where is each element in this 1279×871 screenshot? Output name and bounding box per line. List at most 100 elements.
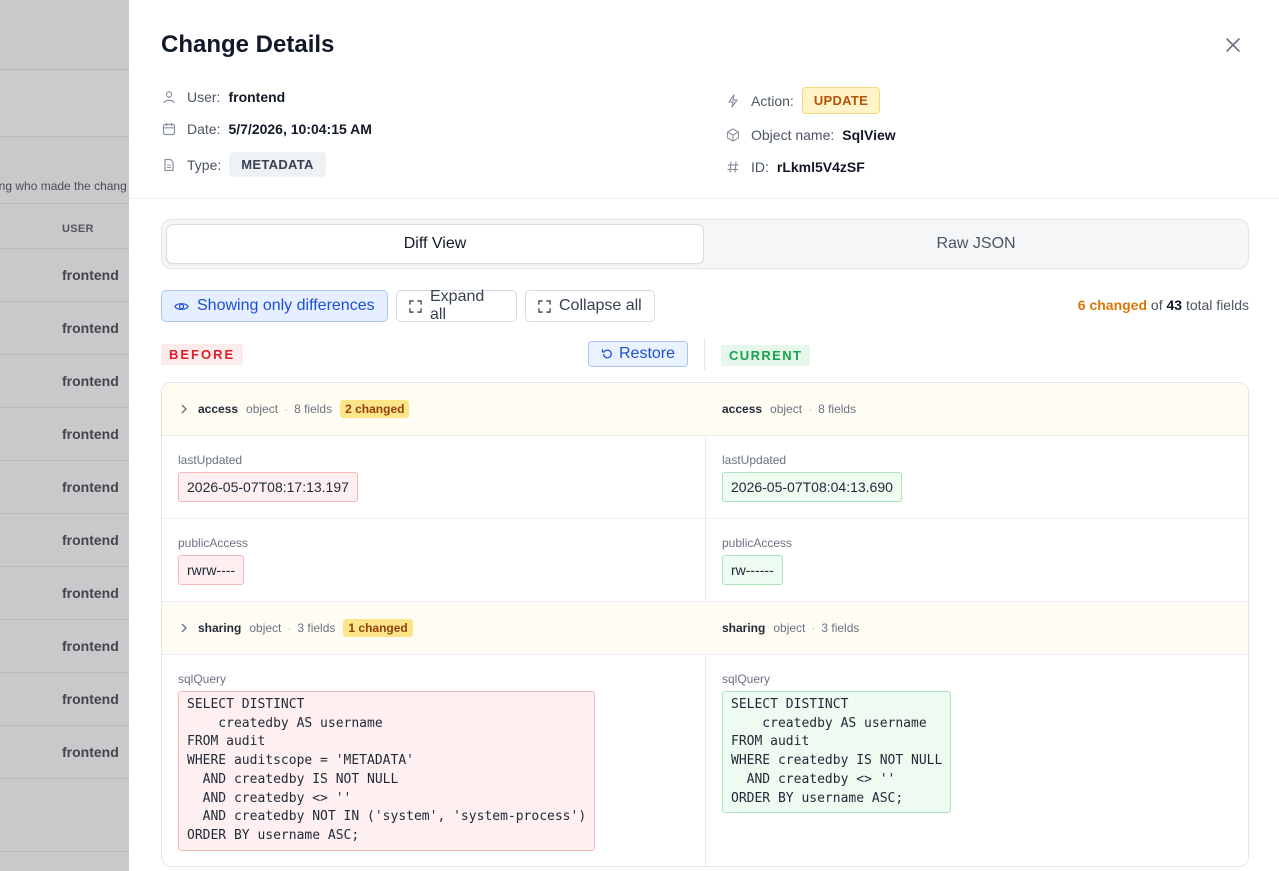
object-name[interactable]: sharing bbox=[198, 621, 241, 635]
meta-id-value: rLkml5V4zSF bbox=[776, 159, 865, 175]
close-icon bbox=[1226, 38, 1240, 52]
object-summary: sharing object · 3 fields bbox=[722, 602, 867, 654]
diff-row-sharing: sharing object · 3 fields 1 changed shar… bbox=[162, 602, 1248, 655]
object-field-count: 3 fields bbox=[297, 621, 336, 635]
restore-button[interactable]: Restore bbox=[588, 341, 688, 367]
object-kind: object bbox=[770, 402, 803, 416]
background-table-row: frontend bbox=[0, 567, 129, 620]
total-count: 43 bbox=[1166, 297, 1183, 313]
stats-total-suffix: total fields bbox=[1185, 297, 1249, 313]
expand-all-button[interactable]: Expand all bbox=[396, 288, 517, 323]
meta-date-value: 5/7/2026, 10:04:15 AM bbox=[228, 121, 372, 137]
background-row-user: frontend bbox=[62, 691, 119, 707]
diff-row-access: access object · 8 fields 2 changed acces… bbox=[162, 383, 1248, 436]
before-sql-value: SELECT DISTINCT createdby AS username FR… bbox=[178, 691, 596, 851]
object-kind: object bbox=[249, 621, 282, 635]
hash-icon bbox=[725, 159, 741, 175]
object-summary: access object · 8 fields 2 changed bbox=[180, 383, 410, 435]
field-label: lastUpdated bbox=[178, 453, 243, 467]
diff-table: access object · 8 fields 2 changed acces… bbox=[161, 382, 1249, 867]
collapse-all-label: Collapse all bbox=[559, 297, 642, 314]
diff-cell-before: access object · 8 fields 2 changed bbox=[162, 383, 705, 435]
diff-cell-before: publicAccess rwrw---- bbox=[162, 519, 705, 601]
meta-id: ID: rLkml5V4zSF bbox=[725, 159, 865, 175]
current-value: 2026-05-07T08:04:13.690 bbox=[722, 472, 902, 502]
meta-id-label: ID: bbox=[751, 159, 769, 175]
meta-user-label: User: bbox=[187, 89, 221, 105]
divider bbox=[0, 203, 129, 204]
background-row-user: frontend bbox=[62, 532, 119, 548]
restore-icon bbox=[601, 348, 613, 360]
change-stats: 6 changed of 43 total fields bbox=[1078, 297, 1249, 313]
collapse-all-button[interactable]: Collapse all bbox=[525, 290, 655, 322]
object-name: access bbox=[722, 402, 763, 416]
chevron-right-icon[interactable] bbox=[180, 623, 188, 633]
diff-row-publicaccess: publicAccess rwrw---- publicAccess rw---… bbox=[162, 519, 1248, 602]
changed-badge: 1 changed bbox=[343, 619, 413, 637]
field-label: publicAccess bbox=[178, 536, 249, 550]
diff-cell-current: sqlQuery SELECT DISTINCT createdby AS us… bbox=[706, 655, 1248, 866]
divider bbox=[0, 851, 129, 852]
diff-cell-current: lastUpdated 2026-05-07T08:04:13.690 bbox=[706, 436, 1248, 518]
meta-type-label: Type: bbox=[187, 156, 222, 173]
change-details-drawer: Change Details User: frontend Date: 5/7/… bbox=[129, 0, 1279, 871]
diff-row-sqlquery: sqlQuery SELECT DISTINCT createdby AS us… bbox=[162, 655, 1248, 866]
diff-cell-before: sqlQuery SELECT DISTINCT createdby AS us… bbox=[162, 655, 705, 866]
tab-diff-view[interactable]: Diff View bbox=[166, 224, 704, 264]
background-row-user: frontend bbox=[62, 479, 119, 495]
object-kind: object bbox=[773, 621, 806, 635]
field-label: lastUpdated bbox=[722, 453, 787, 467]
object-name[interactable]: access bbox=[198, 402, 238, 416]
close-button[interactable] bbox=[1222, 34, 1244, 56]
background-header bbox=[0, 0, 129, 70]
type-badge: METADATA bbox=[229, 152, 326, 177]
column-divider bbox=[704, 338, 705, 370]
current-value: rw------ bbox=[722, 555, 783, 585]
drawer-title: Change Details bbox=[161, 31, 335, 58]
tab-raw-json[interactable]: Raw JSON bbox=[708, 224, 1244, 264]
object-kind: object bbox=[246, 402, 279, 416]
before-value: rwrw---- bbox=[178, 555, 245, 585]
object-summary: access object · 8 fields bbox=[722, 383, 864, 435]
separator-dot: · bbox=[284, 402, 289, 416]
diff-cell-current: publicAccess rw------ bbox=[706, 519, 1248, 601]
field-label: sqlQuery bbox=[178, 672, 227, 686]
meta-date-label: Date: bbox=[187, 121, 221, 137]
cube-icon bbox=[725, 127, 741, 143]
meta-object-label: Object name: bbox=[751, 127, 835, 143]
meta-object-value: SqlView bbox=[842, 127, 896, 143]
background-description: ing who made the chang bbox=[0, 179, 127, 193]
background-row-user: frontend bbox=[62, 267, 119, 283]
background-row-user: frontend bbox=[62, 585, 119, 601]
background-table-row: frontend bbox=[0, 514, 129, 567]
object-field-count: 8 fields bbox=[294, 402, 333, 416]
meta-type: Type: METADATA bbox=[161, 152, 326, 177]
background-toolbar bbox=[0, 70, 129, 137]
view-tabs: Diff View Raw JSON bbox=[161, 219, 1249, 269]
meta-user: User: frontend bbox=[161, 89, 285, 105]
before-column-label: BEFORE bbox=[161, 344, 244, 365]
background-user-column-header: USER bbox=[62, 223, 94, 235]
stats-of: of bbox=[1150, 297, 1163, 313]
background-row-user: frontend bbox=[62, 373, 119, 389]
action-badge: UPDATE bbox=[801, 87, 881, 114]
background-page: ing who made the chang USER frontend fro… bbox=[0, 0, 129, 871]
meta-date: Date: 5/7/2026, 10:04:15 AM bbox=[161, 121, 372, 137]
background-row-user: frontend bbox=[62, 744, 119, 760]
separator-dot: · bbox=[811, 621, 816, 635]
background-table-row: frontend bbox=[0, 302, 129, 355]
lightning-icon bbox=[725, 93, 741, 109]
background-row-user: frontend bbox=[62, 320, 119, 336]
showing-only-differences-button[interactable]: Showing only differences bbox=[161, 290, 388, 322]
diff-cell-before: lastUpdated 2026-05-07T08:17:13.197 bbox=[162, 436, 705, 518]
meta-user-value: frontend bbox=[228, 89, 286, 105]
chevron-right-icon[interactable] bbox=[180, 404, 188, 414]
diff-cell-current: sharing object · 3 fields bbox=[706, 602, 1248, 654]
background-row-user: frontend bbox=[62, 638, 119, 654]
object-summary: sharing object · 3 fields 1 changed bbox=[180, 602, 413, 654]
diff-cell-before: sharing object · 3 fields 1 changed bbox=[162, 602, 705, 654]
meta-object-name: Object name: SqlView bbox=[725, 127, 896, 143]
object-field-count: 3 fields bbox=[821, 621, 860, 635]
field-label: sqlQuery bbox=[722, 672, 771, 686]
background-table-row: frontend bbox=[0, 673, 129, 726]
